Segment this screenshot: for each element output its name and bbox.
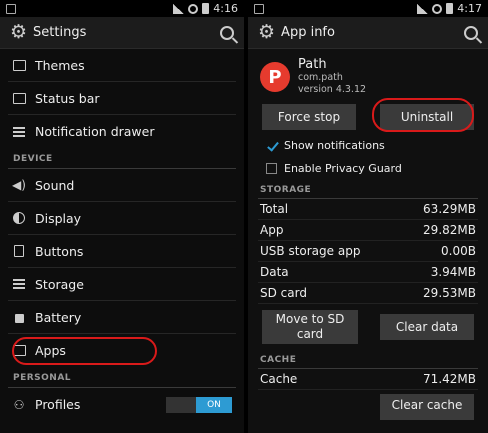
checkbox-label: Show notifications (284, 139, 385, 152)
settings-item-label: Buttons (35, 243, 84, 259)
settings-item-apps[interactable]: Apps (8, 334, 236, 367)
clock: 4:17 (457, 2, 482, 15)
settings-item-notification-drawer[interactable]: Notification drawer (8, 115, 236, 148)
kv-value: 3.94MB (430, 265, 476, 279)
settings-item-label: Battery (35, 309, 82, 325)
settings-item-label: Status bar (35, 90, 100, 106)
sync-icon (432, 3, 443, 14)
kv-label: Data (260, 265, 289, 279)
kv-value: 29.82MB (423, 223, 476, 237)
show-notifications-row[interactable]: Show notifications (248, 134, 488, 157)
storage-row-sdcard: SD card 29.53MB (258, 283, 478, 304)
page-title: App info (281, 25, 335, 40)
settings-item-profiles[interactable]: ⚇ Profiles ON (8, 388, 236, 421)
battery-icon (12, 311, 26, 324)
settings-item-label: Profiles (35, 397, 81, 412)
kv-label: App (260, 223, 284, 237)
app-package: com.path (298, 72, 343, 83)
settings-item-themes[interactable]: Themes (8, 49, 236, 82)
kv-label: USB storage app (260, 244, 361, 258)
drawer-icon (12, 125, 26, 138)
image-notification-icon (6, 3, 16, 14)
apps-highlight-annotation (12, 337, 157, 365)
app-name: Path (298, 57, 327, 72)
clear-data-button[interactable]: Clear data (380, 314, 474, 340)
status-bar: 4:17 (248, 0, 488, 17)
image-notification-icon (254, 3, 264, 14)
checkbox-checked-icon[interactable] (266, 140, 277, 151)
section-header-personal: PERSONAL (8, 367, 236, 388)
settings-item-label: Sound (35, 177, 75, 193)
speaker-icon: ◀) (12, 178, 26, 192)
kv-label: Total (260, 202, 289, 216)
settings-item-buttons[interactable]: Buttons (8, 235, 236, 268)
action-bar: ⚙ Settings (0, 17, 244, 49)
gear-icon: ⚙ (258, 21, 276, 43)
settings-item-sound[interactable]: ◀) Sound (8, 169, 236, 202)
settings-item-display[interactable]: Display (8, 202, 236, 235)
settings-screen: 4:16 ⚙ Settings Themes Status bar Notifi… (0, 0, 244, 433)
settings-item-label: Storage (35, 276, 84, 292)
privacy-guard-row[interactable]: Enable Privacy Guard (248, 157, 488, 180)
battery-status-icon (202, 3, 210, 14)
path-app-logo-icon: P (260, 62, 290, 92)
storage-icon (12, 278, 26, 291)
status-bar: 4:16 (0, 0, 244, 17)
kv-value: 71.42MB (423, 372, 476, 386)
statusbar-icon (12, 92, 26, 105)
section-header-device: DEVICE (8, 148, 236, 169)
action-bar: ⚙ App info (248, 17, 488, 49)
settings-item-label: Notification drawer (35, 124, 155, 139)
brush-icon (12, 59, 26, 72)
move-to-sd-button[interactable]: Move to SD card (262, 310, 358, 344)
cache-row: Cache 71.42MB (258, 369, 478, 390)
toggle-on-label: ON (196, 396, 232, 413)
gear-icon: ⚙ (10, 21, 28, 43)
settings-item-battery[interactable]: Battery (8, 301, 236, 334)
page-title: Settings (33, 25, 87, 40)
force-stop-button[interactable]: Force stop (262, 104, 356, 130)
storage-row-data: Data 3.94MB (258, 262, 478, 283)
app-version: version 4.3.12 (298, 84, 367, 95)
kv-value: 0.00B (441, 244, 476, 258)
kv-value: 63.29MB (423, 202, 476, 216)
clear-cache-button[interactable]: Clear cache (380, 394, 474, 420)
storage-row-total: Total 63.29MB (258, 199, 478, 220)
profiles-toggle[interactable]: ON (166, 396, 232, 413)
kv-label: Cache (260, 372, 298, 386)
storage-row-usb: USB storage app 0.00B (258, 241, 478, 262)
checkbox-unchecked-icon[interactable] (266, 163, 277, 174)
kv-label: SD card (260, 286, 307, 300)
settings-item-label: Display (35, 210, 82, 226)
settings-item-storage[interactable]: Storage (8, 268, 236, 301)
section-header-storage: STORAGE (258, 180, 478, 199)
signal-icon (173, 3, 185, 14)
buttons-icon (12, 245, 26, 258)
kv-value: 29.53MB (423, 286, 476, 300)
signal-icon (417, 3, 429, 14)
storage-row-app: App 29.82MB (258, 220, 478, 241)
settings-item-status-bar[interactable]: Status bar (8, 82, 236, 115)
display-icon (12, 212, 26, 225)
app-info-screen: 4:17 ⚙ App info P Path com.path version … (248, 0, 488, 433)
profiles-icon: ⚇ (13, 397, 25, 412)
search-icon[interactable] (220, 25, 234, 40)
section-header-cache: CACHE (258, 350, 478, 369)
clock: 4:16 (213, 2, 238, 15)
sync-icon (188, 3, 199, 14)
battery-status-icon (446, 3, 454, 14)
settings-item-label: Themes (35, 57, 85, 73)
checkbox-label: Enable Privacy Guard (284, 162, 402, 175)
search-icon[interactable] (464, 25, 478, 40)
uninstall-highlight-annotation (372, 98, 474, 132)
